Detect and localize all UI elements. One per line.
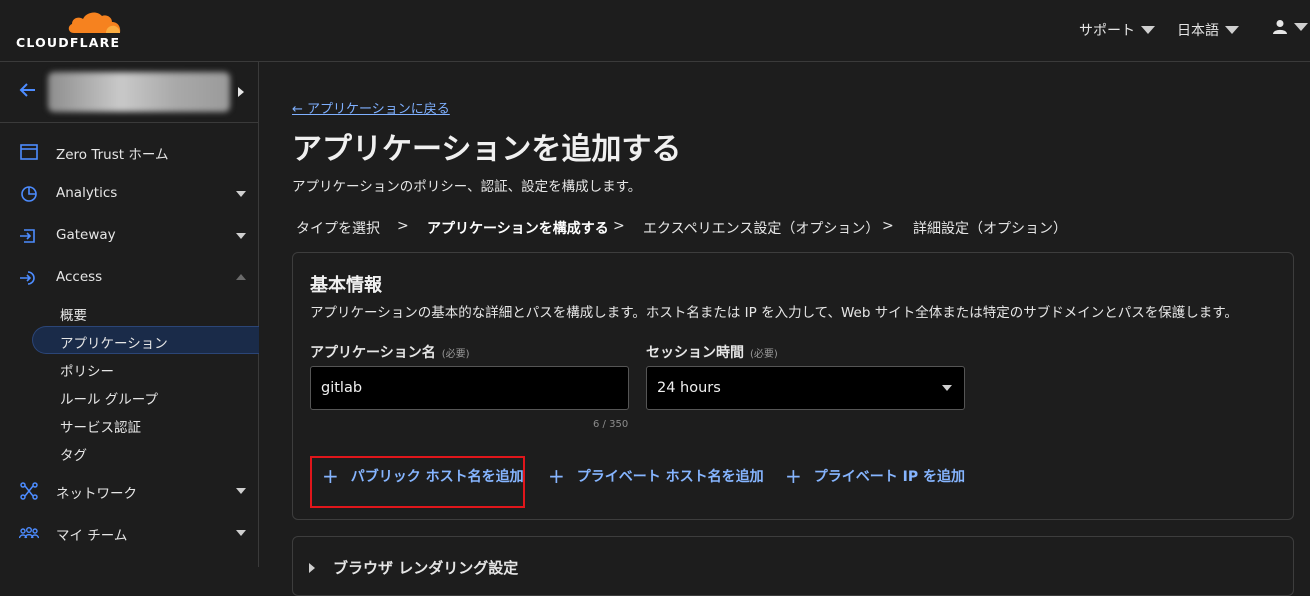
step-select-type[interactable]: タイプを選択 [296, 218, 380, 238]
cloud-logo-icon [68, 12, 121, 34]
step-separator: > [397, 218, 409, 234]
sidebar-subitem-tags[interactable]: タグ [60, 444, 87, 464]
sidebar-subitem-applications[interactable]: アプリケーション [60, 332, 168, 352]
sidebar-item-label: Access [56, 269, 103, 285]
add-private-hostname-button[interactable]: + プライベート ホスト名を追加 [548, 462, 764, 490]
sidebar-item-label: ネットワーク [56, 486, 137, 502]
sidebar-subitem-service-auth[interactable]: サービス認証 [60, 416, 141, 436]
browser-rendering-title: ブラウザ レンダリング設定 [333, 559, 519, 577]
chevron-down-icon [236, 191, 246, 197]
account-name-redacted [48, 72, 230, 112]
basic-info-title: 基本情報 [310, 275, 382, 296]
network-icon [20, 482, 38, 500]
chevron-down-icon [236, 233, 246, 239]
chevron-down-icon [1225, 26, 1239, 34]
add-private-ip-label: プライベート IP を追加 [813, 469, 965, 485]
chevron-right-icon [309, 563, 315, 573]
logo-wordmark: CLOUDFLARE [16, 35, 121, 50]
support-label: サポート [1079, 23, 1135, 39]
page-description: アプリケーションのポリシー、認証、設定を構成します。 [292, 179, 642, 195]
app-name-input[interactable]: gitlab [310, 366, 629, 410]
add-public-hostname-button[interactable]: + パブリック ホスト名を追加 [322, 462, 524, 490]
required-note: (必要) [750, 349, 778, 360]
add-private-ip-button[interactable]: + プライベート IP を追加 [785, 462, 965, 490]
sidebar-item-access[interactable]: Access [0, 263, 259, 293]
back-to-applications-link[interactable]: ← アプリケーションに戻る [292, 98, 450, 117]
app-name-char-counter: 6 / 350 [593, 419, 629, 430]
support-menu[interactable]: サポート [1079, 20, 1155, 40]
required-note: (必要) [441, 349, 470, 360]
sidebar-subitem-rule-groups[interactable]: ルール グループ [60, 388, 158, 408]
page-title: アプリケーションを追加する [292, 132, 682, 167]
user-icon [1273, 20, 1287, 34]
sidebar-item-my-team[interactable]: マイ チーム [0, 518, 259, 548]
sidebar-item-label: Analytics [56, 185, 118, 201]
language-menu[interactable]: 日本語 [1177, 20, 1239, 40]
account-switcher[interactable] [0, 62, 259, 123]
basic-info-description: アプリケーションの基本的な詳細とパスを構成します。ホスト名または IP を入力し… [310, 305, 1238, 321]
cloudflare-logo[interactable]: CLOUDFLARE [16, 9, 126, 50]
step-advanced-settings[interactable]: 詳細設定（オプション） [913, 218, 1067, 238]
sidebar-subitem-policies[interactable]: ポリシー [60, 360, 114, 380]
sidebar-item-label: Zero Trust ホーム [56, 147, 169, 163]
plus-icon: + [322, 464, 339, 488]
chevron-right-icon[interactable] [238, 87, 244, 97]
sidebar-item-zero-trust-home[interactable]: Zero Trust ホーム [0, 137, 259, 167]
step-separator: > [882, 218, 894, 234]
app-name-label-text: アプリケーション名 [310, 345, 436, 361]
step-experience-settings[interactable]: エクスペリエンス設定（オプション） [643, 218, 879, 238]
chevron-down-icon [236, 530, 246, 536]
chevron-down-icon [1141, 26, 1155, 34]
access-icon [20, 271, 35, 285]
sidebar-item-label: マイ チーム [56, 528, 128, 544]
chevron-down-icon [236, 488, 246, 494]
sidebar-item-gateway[interactable]: Gateway [0, 221, 259, 251]
session-duration-value: 24 hours [657, 380, 721, 396]
gateway-icon [20, 229, 35, 243]
top-bar: CLOUDFLARE サポート 日本語 [0, 0, 1310, 62]
chevron-down-icon [942, 385, 952, 391]
sidebar: Zero Trust ホーム Analytics Gateway Access … [0, 62, 259, 567]
sidebar-item-label: Gateway [56, 227, 116, 243]
sidebar-item-network[interactable]: ネットワーク [0, 476, 259, 506]
browser-rendering-card[interactable]: ブラウザ レンダリング設定 [292, 536, 1294, 596]
pie-chart-icon [21, 186, 37, 202]
language-label: 日本語 [1177, 23, 1219, 39]
user-menu[interactable] [1272, 19, 1308, 35]
add-private-hostname-label: プライベート ホスト名を追加 [576, 469, 764, 485]
browser-window-icon [20, 144, 38, 160]
step-separator: > [613, 218, 625, 234]
plus-icon: + [785, 464, 802, 488]
basic-info-card: 基本情報 アプリケーションの基本的な詳細とパスを構成します。ホスト名または IP… [292, 252, 1294, 520]
app-name-label: アプリケーション名 (必要) [310, 342, 470, 362]
arrow-left-icon[interactable] [18, 80, 38, 100]
step-configure-app[interactable]: アプリケーションを構成する [427, 218, 609, 238]
team-icon [19, 527, 39, 539]
plus-icon: + [548, 464, 565, 488]
session-duration-label-text: セッション時間 [646, 345, 744, 361]
add-public-hostname-label: パブリック ホスト名を追加 [350, 469, 524, 485]
main-content: ← アプリケーションに戻る アプリケーションを追加する アプリケーションのポリシ… [260, 62, 1310, 596]
chevron-up-icon [236, 274, 246, 280]
sidebar-subitem-overview[interactable]: 概要 [60, 304, 87, 324]
session-duration-label: セッション時間 (必要) [646, 342, 778, 362]
sidebar-item-analytics[interactable]: Analytics [0, 179, 259, 209]
chevron-down-icon [1294, 23, 1308, 31]
session-duration-select[interactable]: 24 hours [646, 366, 965, 410]
